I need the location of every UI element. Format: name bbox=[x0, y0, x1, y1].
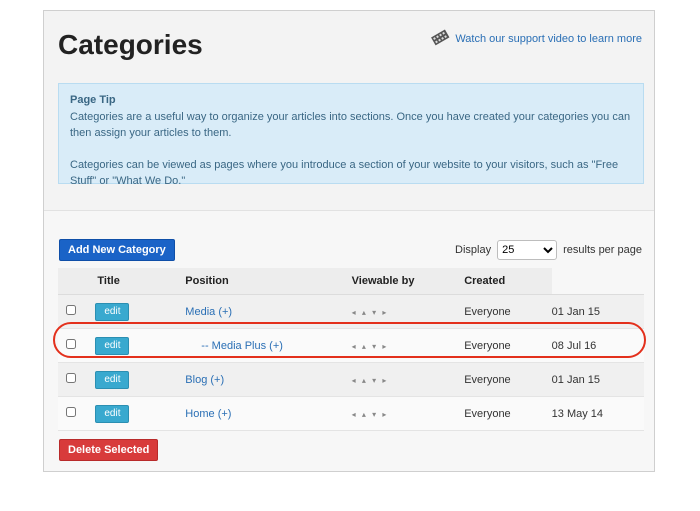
title-cell: -- Media Plus (+) bbox=[185, 328, 352, 363]
title-cell: Blog (+) bbox=[185, 362, 352, 397]
created-column-header: Created bbox=[464, 268, 552, 295]
position-arrows-icon[interactable]: ◂ ▴ ▾ ▸ bbox=[352, 308, 389, 317]
position-arrows-icon[interactable]: ◂ ▴ ▾ ▸ bbox=[352, 342, 389, 351]
table-row: edit -- Media Plus (+) ◂ ▴ ▾ ▸ Everyone … bbox=[58, 328, 644, 363]
category-link[interactable]: -- Media Plus (+) bbox=[185, 340, 283, 352]
page-header: Categories Watch our support video to le… bbox=[44, 11, 654, 211]
edit-cell: edit bbox=[83, 328, 186, 363]
row-checkbox[interactable] bbox=[65, 373, 76, 383]
position-arrows-icon[interactable]: ◂ ▴ ▾ ▸ bbox=[352, 376, 389, 385]
tip-title: Page Tip bbox=[70, 94, 116, 106]
title-cell: Media (+) bbox=[185, 294, 352, 329]
position-cell: ◂ ▴ ▾ ▸ bbox=[351, 362, 465, 397]
position-cell: ◂ ▴ ▾ ▸ bbox=[351, 328, 465, 363]
delete-selected-button[interactable]: Delete Selected bbox=[59, 439, 159, 461]
position-cell: ◂ ▴ ▾ ▸ bbox=[351, 396, 465, 431]
row-checkbox[interactable] bbox=[65, 305, 76, 315]
row-checkbox-cell bbox=[58, 362, 84, 397]
row-checkbox[interactable] bbox=[65, 339, 76, 349]
row-checkbox-cell bbox=[58, 294, 84, 329]
created-cell: 01 Jan 15 bbox=[551, 294, 644, 329]
tip-paragraph-1: Categories are a useful way to organize … bbox=[70, 111, 631, 139]
position-arrows-icon[interactable]: ◂ ▴ ▾ ▸ bbox=[352, 410, 389, 419]
category-link[interactable]: Home (+) bbox=[185, 408, 231, 420]
checkbox-column-header bbox=[58, 268, 84, 295]
categories-table: Title Position Viewable by Created edit … bbox=[58, 268, 644, 431]
category-link[interactable]: Media (+) bbox=[185, 306, 232, 318]
row-checkbox[interactable] bbox=[65, 407, 76, 417]
position-column-header: Position bbox=[185, 268, 352, 295]
page-title: Categories bbox=[58, 29, 203, 60]
position-cell: ◂ ▴ ▾ ▸ bbox=[351, 294, 465, 329]
category-link[interactable]: Blog (+) bbox=[185, 374, 224, 386]
support-link-text: Watch our support video to learn more bbox=[455, 32, 642, 45]
created-cell: 01 Jan 15 bbox=[551, 362, 644, 397]
edit-cell: edit bbox=[83, 294, 186, 329]
film-reel-icon bbox=[430, 28, 450, 49]
viewable-cell: Everyone bbox=[464, 328, 552, 363]
tip-paragraph-2: Categories can be viewed as pages where … bbox=[70, 159, 619, 187]
add-new-category-button[interactable]: Add New Category bbox=[59, 239, 175, 261]
viewable-column-header: Viewable by bbox=[351, 268, 465, 295]
created-cell: 13 May 14 bbox=[551, 396, 644, 431]
title-column-header: Title bbox=[83, 268, 186, 295]
created-cell: 08 Jul 16 bbox=[551, 328, 644, 363]
table-row: edit Home (+) ◂ ▴ ▾ ▸ Everyone 13 May 14 bbox=[58, 396, 644, 431]
edit-cell: edit bbox=[83, 396, 186, 431]
categories-panel: Categories Watch our support video to le… bbox=[43, 10, 655, 472]
row-checkbox-cell bbox=[58, 328, 84, 363]
page-tip: Page Tip Categories are a useful way to … bbox=[58, 83, 644, 187]
viewable-cell: Everyone bbox=[464, 294, 552, 329]
table-row: edit Media (+) ◂ ▴ ▾ ▸ Everyone 01 Jan 1… bbox=[58, 294, 644, 329]
viewable-cell: Everyone bbox=[464, 396, 552, 431]
display-suffix: results per page bbox=[563, 244, 642, 256]
edit-cell: edit bbox=[83, 362, 186, 397]
viewable-cell: Everyone bbox=[464, 362, 552, 397]
title-cell: Home (+) bbox=[185, 396, 352, 431]
table-header-row: Title Position Viewable by Created bbox=[58, 268, 644, 295]
results-per-page-select[interactable]: 25 bbox=[497, 240, 558, 260]
edit-button[interactable]: edit bbox=[95, 404, 130, 423]
display-label: Display bbox=[455, 244, 492, 256]
support-video-link[interactable]: Watch our support video to learn more bbox=[430, 28, 642, 49]
table-row: edit Blog (+) ◂ ▴ ▾ ▸ Everyone 01 Jan 15 bbox=[58, 362, 644, 397]
row-checkbox-cell bbox=[58, 396, 84, 431]
edit-button[interactable]: edit bbox=[95, 302, 130, 321]
edit-button[interactable]: edit bbox=[95, 370, 130, 389]
empty-column-header bbox=[551, 268, 644, 295]
edit-button[interactable]: edit bbox=[95, 336, 130, 355]
display-control: Display 25 results per page bbox=[455, 240, 642, 260]
